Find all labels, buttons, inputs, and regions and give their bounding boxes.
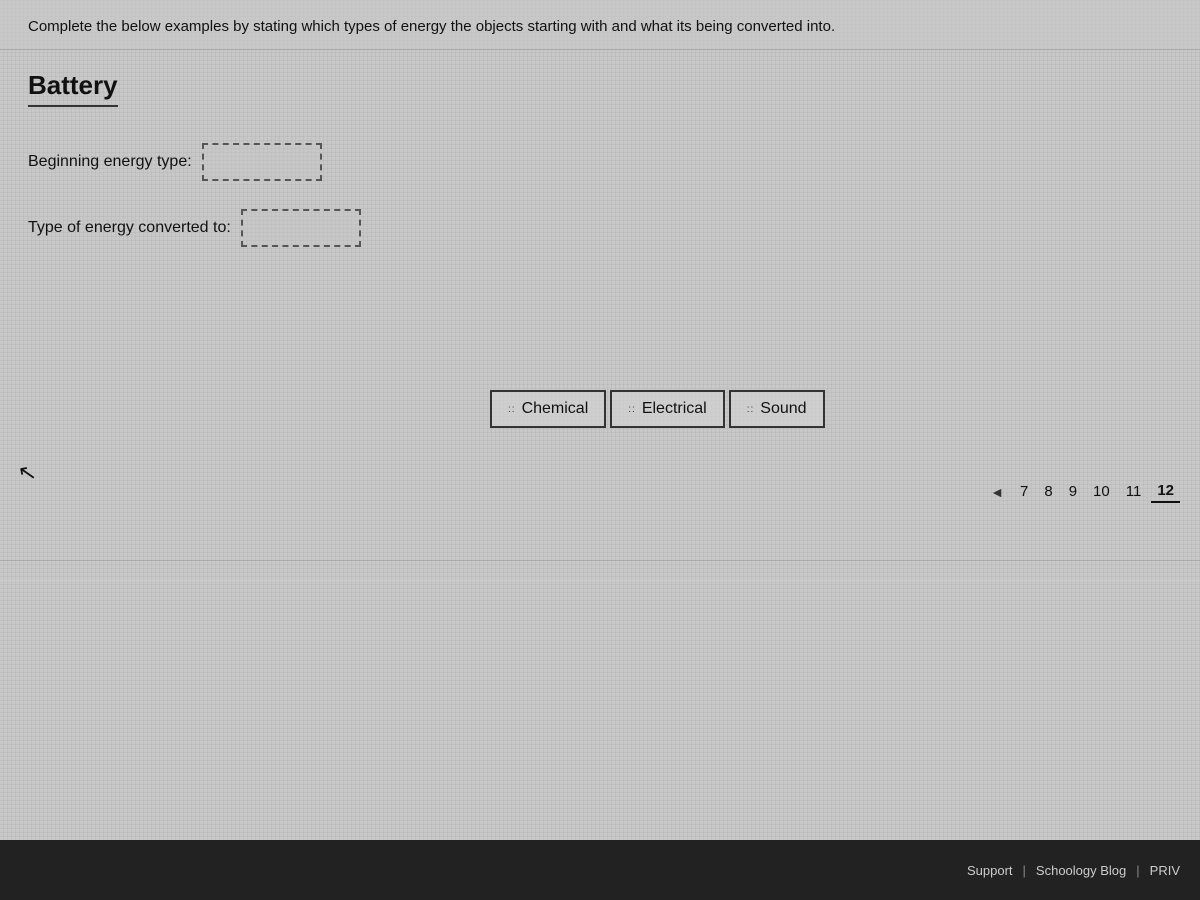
chip-electrical[interactable]: :: Electrical <box>610 390 724 428</box>
beginning-energy-label: Beginning energy type: <box>28 153 192 171</box>
footer-privacy[interactable]: PRIV <box>1150 863 1180 878</box>
cursor-arrow: ↖ <box>16 459 39 488</box>
divider-line-2 <box>0 580 1200 581</box>
chip-electrical-icon: :: <box>628 404 636 415</box>
footer: Support | Schoology Blog | PRIV <box>0 840 1200 900</box>
instruction-bar: Complete the below examples by stating w… <box>0 0 1200 50</box>
content-area: Battery Beginning energy type: Type of e… <box>0 50 1200 295</box>
answer-options: :: Chemical :: Electrical :: Sound <box>490 390 825 428</box>
beginning-energy-input[interactable] <box>202 143 322 181</box>
page-8[interactable]: 8 <box>1038 481 1058 502</box>
beginning-energy-row: Beginning energy type: <box>28 143 1172 181</box>
page-9[interactable]: 9 <box>1063 481 1083 502</box>
footer-sep-1: | <box>1023 863 1026 878</box>
chip-chemical[interactable]: :: Chemical <box>490 390 606 428</box>
divider-line-1 <box>0 560 1200 561</box>
page-10[interactable]: 10 <box>1087 481 1116 502</box>
converted-energy-row: Type of energy converted to: <box>28 209 1172 247</box>
chip-chemical-icon: :: <box>508 404 516 415</box>
footer-sep-2: | <box>1136 863 1139 878</box>
chip-sound-icon: :: <box>747 404 755 415</box>
page-7[interactable]: 7 <box>1014 481 1034 502</box>
chip-electrical-label: Electrical <box>642 400 707 418</box>
section-title: Battery <box>28 70 118 107</box>
chip-sound[interactable]: :: Sound <box>729 390 825 428</box>
converted-energy-label: Type of energy converted to: <box>28 219 231 237</box>
footer-blog[interactable]: Schoology Blog <box>1036 863 1126 878</box>
converted-energy-input[interactable] <box>241 209 361 247</box>
chip-chemical-label: Chemical <box>522 400 589 418</box>
pagination-prev[interactable]: ◄ <box>984 482 1010 502</box>
chip-sound-label: Sound <box>760 400 806 418</box>
page-11[interactable]: 11 <box>1120 481 1148 502</box>
pagination: ◄ 7 8 9 10 11 12 <box>984 480 1180 503</box>
instruction-text: Complete the below examples by stating w… <box>28 18 835 35</box>
page-12[interactable]: 12 <box>1151 480 1180 503</box>
main-content: Complete the below examples by stating w… <box>0 0 1200 840</box>
footer-support[interactable]: Support <box>967 863 1013 878</box>
